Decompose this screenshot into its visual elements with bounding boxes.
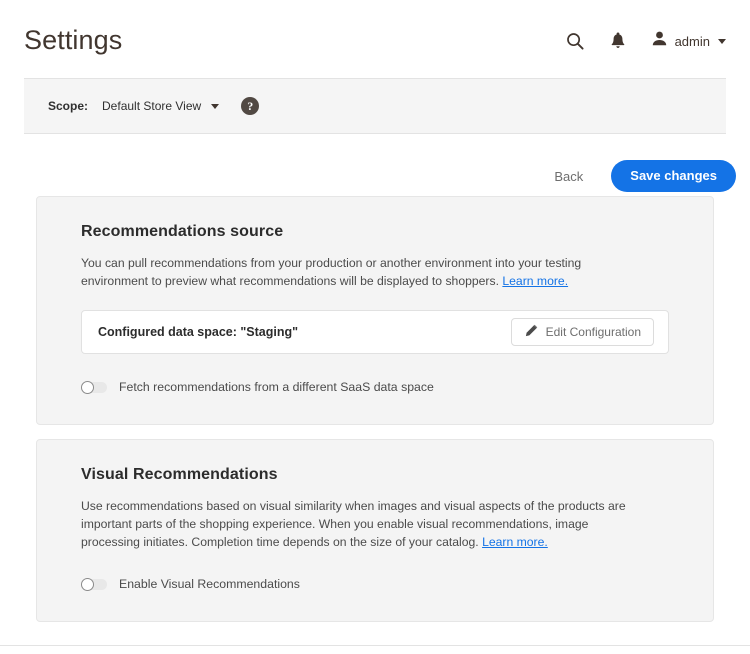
footer-divider	[0, 645, 750, 646]
scope-selector[interactable]: Default Store View	[102, 99, 219, 113]
fetch-recommendations-toggle-label: Fetch recommendations from a different S…	[119, 380, 434, 394]
settings-page: Settings	[0, 0, 750, 654]
learn-more-link[interactable]: Learn more.	[502, 274, 568, 288]
page-header: Settings	[0, 0, 750, 78]
scope-bar: Scope: Default Store View ?	[24, 78, 726, 134]
back-button[interactable]: Back	[550, 163, 587, 190]
card-description: You can pull recommendations from your p…	[81, 255, 633, 290]
action-bar: Back Save changes	[0, 134, 750, 196]
chevron-down-icon	[211, 104, 219, 109]
search-icon[interactable]	[565, 31, 585, 51]
help-question-icon[interactable]: ?	[241, 97, 259, 115]
user-menu[interactable]: admin	[651, 30, 726, 52]
page-title: Settings	[24, 22, 122, 56]
recommendations-source-card: Recommendations source You can pull reco…	[36, 196, 714, 425]
enable-visual-recommendations-toggle-row: Enable Visual Recommendations	[81, 577, 669, 591]
card-title: Visual Recommendations	[81, 466, 669, 484]
visual-recommendations-card: Visual Recommendations Use recommendatio…	[36, 439, 714, 622]
pencil-icon	[524, 324, 538, 341]
configured-data-space-row: Configured data space: "Staging" Edit Co…	[81, 310, 669, 354]
enable-visual-recommendations-toggle[interactable]	[81, 578, 107, 591]
chevron-down-icon	[718, 39, 726, 44]
configured-data-space-label: Configured data space: "Staging"	[98, 325, 298, 339]
header-actions: admin	[565, 26, 726, 52]
fetch-recommendations-toggle[interactable]	[81, 381, 107, 394]
edit-configuration-button[interactable]: Edit Configuration	[511, 318, 654, 346]
bell-icon[interactable]	[609, 32, 627, 51]
toggle-knob	[81, 381, 94, 394]
settings-content: Recommendations source You can pull reco…	[0, 196, 750, 622]
enable-visual-recommendations-toggle-label: Enable Visual Recommendations	[119, 577, 300, 591]
card-description: Use recommendations based on visual simi…	[81, 498, 633, 551]
user-avatar-icon	[651, 30, 668, 52]
scope-selected-value: Default Store View	[102, 99, 201, 113]
user-name: admin	[675, 34, 710, 49]
save-changes-button[interactable]: Save changes	[611, 160, 736, 192]
card-title: Recommendations source	[81, 223, 669, 241]
scope-label: Scope:	[48, 99, 88, 113]
toggle-knob	[81, 578, 94, 591]
fetch-recommendations-toggle-row: Fetch recommendations from a different S…	[81, 380, 669, 394]
learn-more-link[interactable]: Learn more.	[482, 535, 548, 549]
edit-configuration-label: Edit Configuration	[546, 325, 641, 339]
